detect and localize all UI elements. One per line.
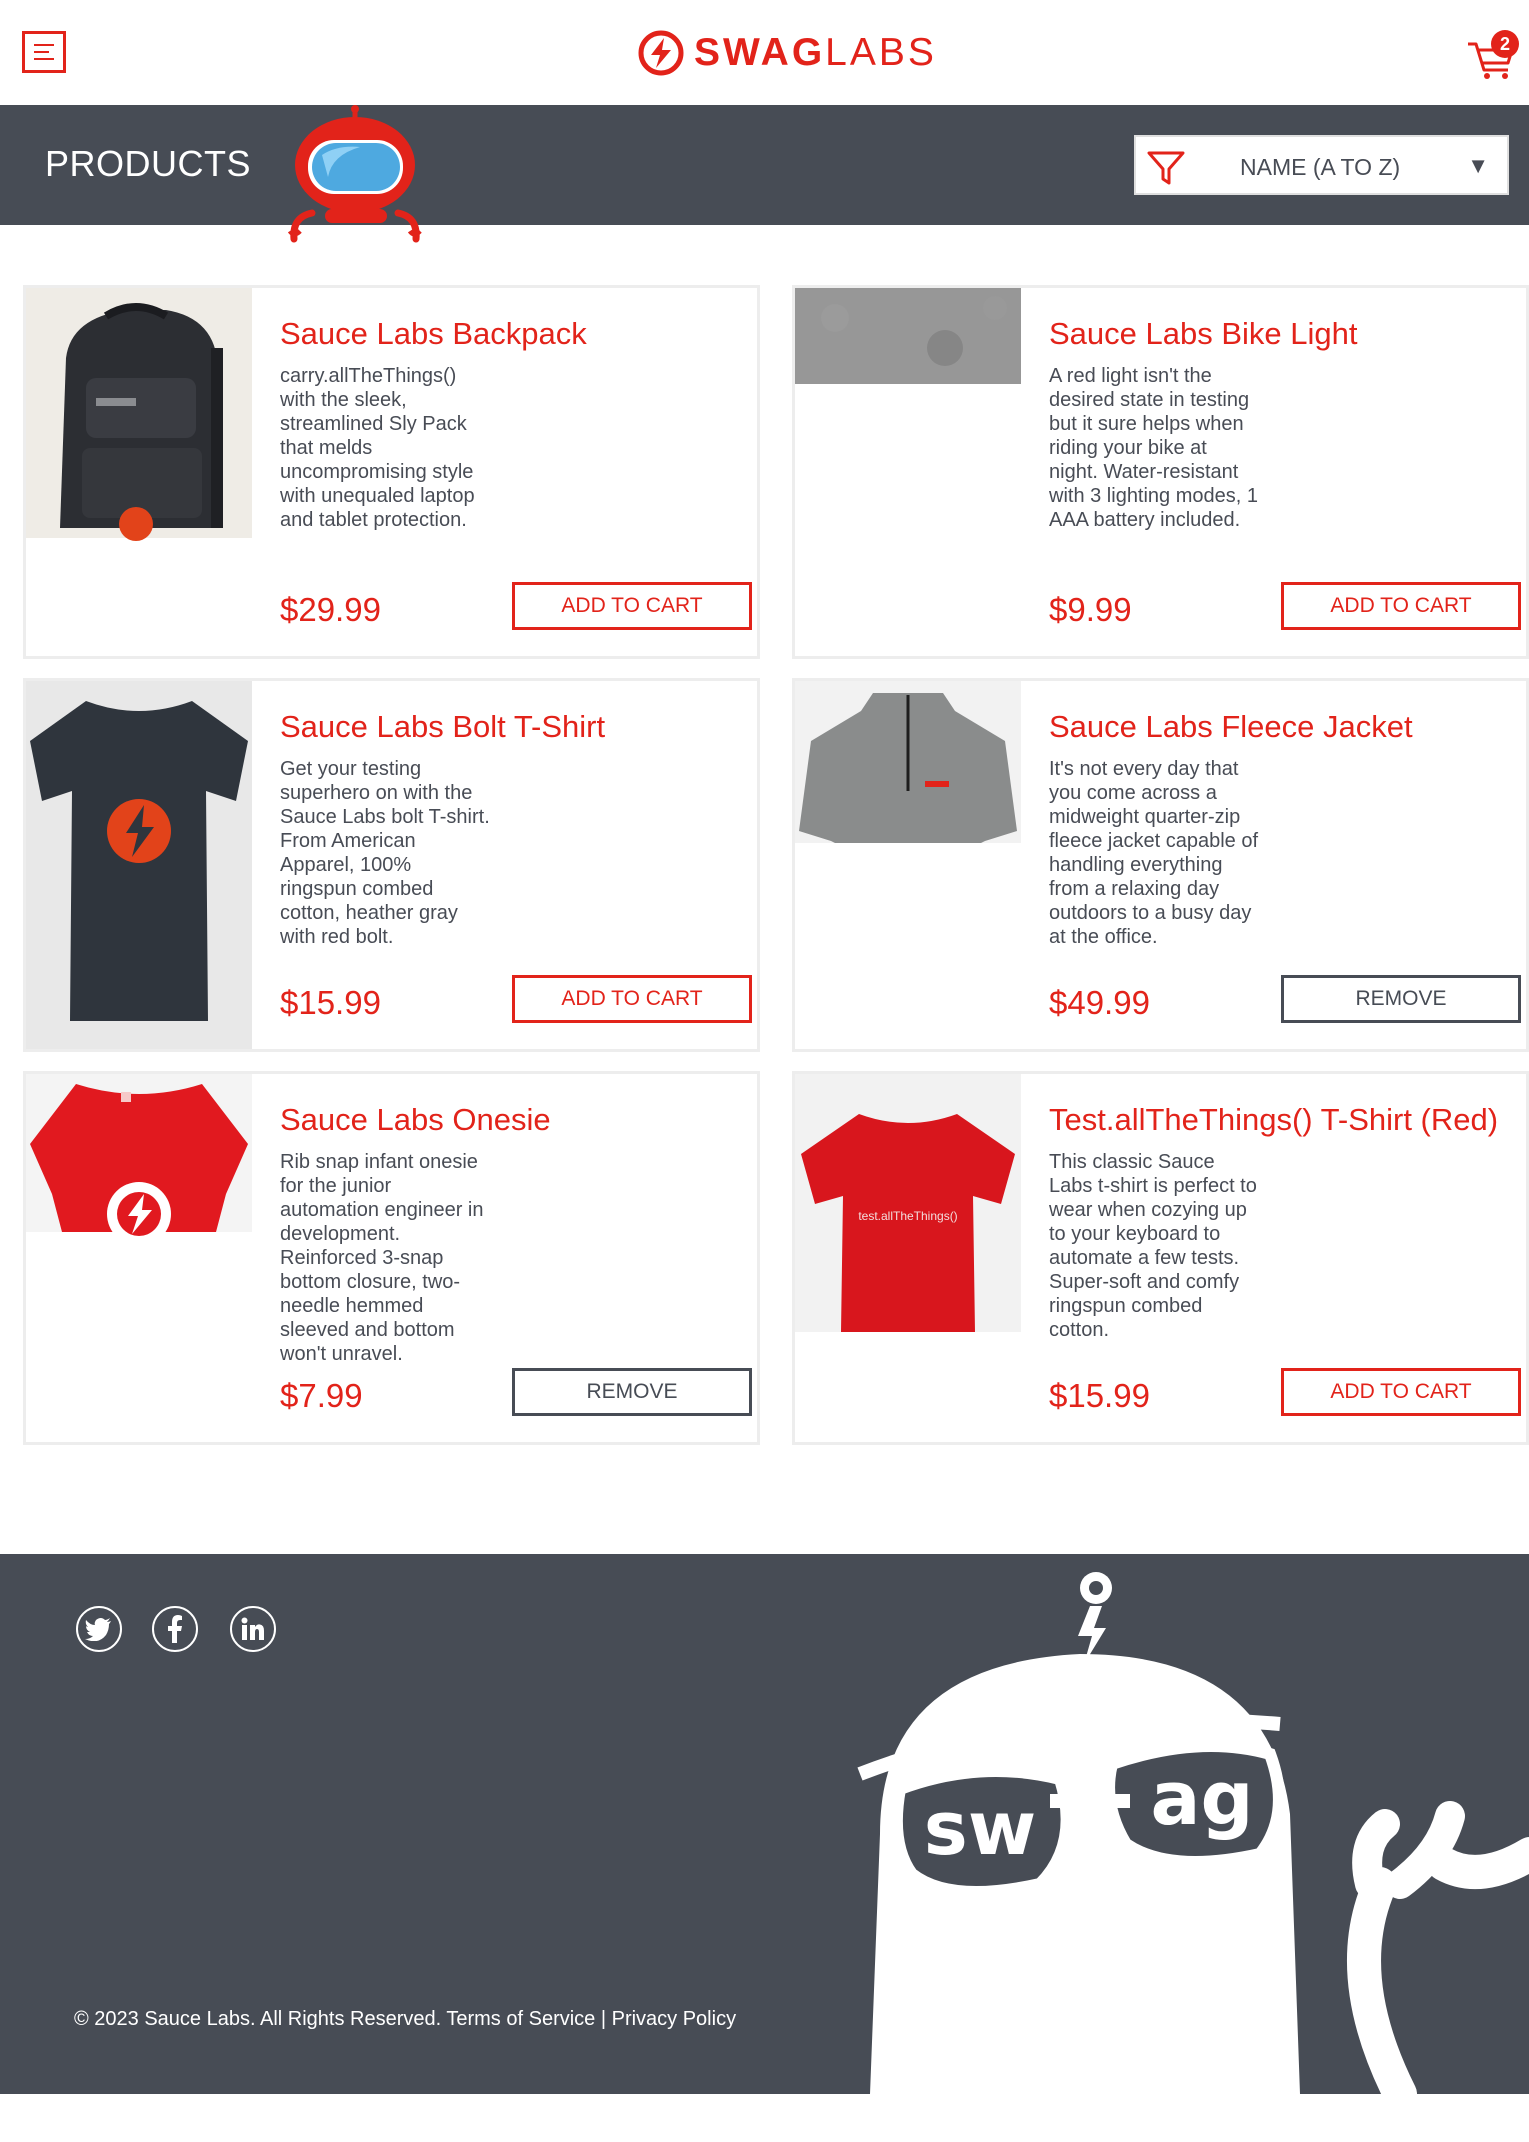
product-name-link[interactable]: Test.allTheThings() T-Shirt (Red)	[1049, 1102, 1498, 1138]
filter-icon	[1147, 151, 1185, 185]
bolt-logo-icon	[638, 30, 684, 76]
inventory-item: Sauce Labs Bike Light A red light isn't …	[792, 285, 1529, 659]
add-to-cart-button[interactable]: ADD TO CART	[512, 582, 752, 630]
inventory-item: Sauce Labs Onesie Rib snap infant onesie…	[23, 1071, 760, 1445]
product-price: $29.99	[280, 591, 381, 628]
sub-header: PRODUCTS NAME (A TO Z) ▼	[0, 105, 1529, 243]
product-price: $9.99	[1049, 591, 1132, 628]
twitter-icon[interactable]	[76, 1606, 122, 1652]
product-image[interactable]	[26, 681, 252, 1049]
product-description: This classic Sauce Labs t-shirt is perfe…	[1049, 1151, 1257, 1341]
product-name-link[interactable]: Sauce Labs Bolt T-Shirt	[280, 709, 605, 745]
sort-selected-value: NAME (A TO Z)	[1240, 154, 1401, 180]
add-to-cart-button[interactable]: ADD TO CART	[512, 975, 752, 1023]
remove-button[interactable]: REMOVE	[512, 1368, 752, 1416]
product-description: A red light isn't the desired state in t…	[1049, 365, 1259, 531]
menu-icon-line	[34, 58, 54, 60]
product-price: $15.99	[280, 984, 381, 1021]
menu-button[interactable]	[22, 31, 66, 73]
robot-mascot-icon	[287, 105, 422, 243]
product-image[interactable]	[26, 288, 252, 656]
logo-text: SWAGLABS	[694, 31, 937, 74]
menu-icon-line	[34, 44, 54, 46]
product-image[interactable]	[795, 681, 1021, 1049]
chevron-down-icon: ▼	[1467, 153, 1489, 178]
glasses-text-right: ag	[1151, 1756, 1254, 1842]
product-price: $49.99	[1049, 984, 1150, 1021]
facebook-icon[interactable]	[152, 1606, 198, 1652]
product-image[interactable]	[26, 1074, 252, 1442]
inventory-item: Sauce Labs Backpack carry.allTheThings()…	[23, 285, 760, 659]
menu-icon-line	[34, 51, 49, 53]
remove-button[interactable]: REMOVE	[1281, 975, 1521, 1023]
product-name-link[interactable]: Sauce Labs Onesie	[280, 1102, 551, 1138]
product-description: Get your testing superhero on with the S…	[280, 758, 490, 948]
page-title: PRODUCTS	[45, 143, 252, 184]
sort-dropdown[interactable]: NAME (A TO Z) ▼	[1134, 135, 1509, 195]
product-name-link[interactable]: Sauce Labs Backpack	[280, 316, 587, 352]
product-image[interactable]: test.allTheThings()	[795, 1074, 1021, 1442]
inventory-item: Sauce Labs Fleece Jacket It's not every …	[792, 678, 1529, 1052]
product-description: carry.allTheThings() with the sleek, str…	[280, 365, 475, 531]
linkedin-icon[interactable]	[230, 1606, 276, 1652]
shopping-cart-link[interactable]: 2	[1466, 30, 1519, 82]
product-image[interactable]	[795, 288, 1021, 656]
top-bar: SWAGLABS 2	[0, 0, 1529, 105]
add-to-cart-button[interactable]: ADD TO CART	[1281, 1368, 1521, 1416]
product-name-link[interactable]: Sauce Labs Bike Light	[1049, 316, 1358, 352]
swag-labs-logo: SWAGLABS	[638, 28, 937, 78]
product-price: $7.99	[280, 1377, 363, 1414]
shirt-print-text: test.allTheThings()	[858, 1209, 957, 1223]
inventory-item: Sauce Labs Bolt T-Shirt Get your testing…	[23, 678, 760, 1052]
product-description: Rib snap infant onesie for the junior au…	[280, 1151, 484, 1365]
inventory-item: test.allTheThings() Test.allTheThings() …	[792, 1071, 1529, 1445]
swag-robot-illustration: sw ag	[857, 1572, 1529, 2094]
footer-copyright: © 2023 Sauce Labs. All Rights Reserved. …	[74, 2008, 737, 2030]
add-to-cart-button[interactable]: ADD TO CART	[1281, 582, 1521, 630]
glasses-text-left: sw	[924, 1786, 1036, 1872]
product-description: It's not every day that you come across …	[1049, 758, 1259, 948]
product-name-link[interactable]: Sauce Labs Fleece Jacket	[1049, 709, 1413, 745]
cart-badge: 2	[1491, 30, 1519, 58]
product-price: $15.99	[1049, 1377, 1150, 1414]
footer: sw ag © 2023 Sauce Labs. All Rights Rese…	[0, 1554, 1529, 2094]
